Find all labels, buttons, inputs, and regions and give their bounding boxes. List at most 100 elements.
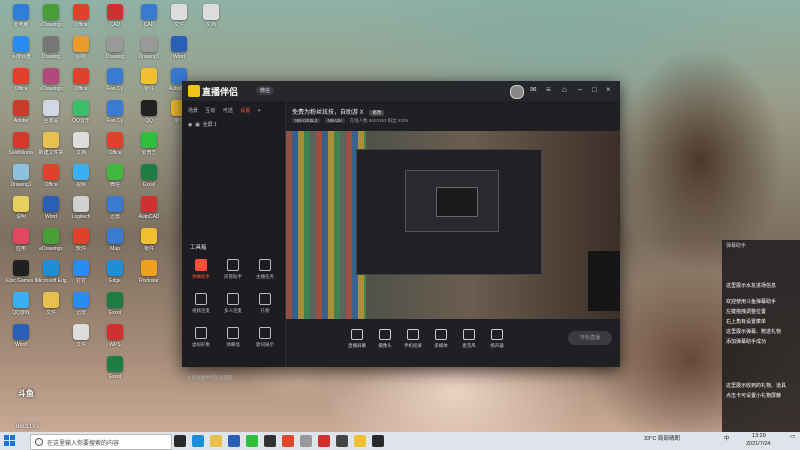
- desktop-icon[interactable]: Word: [6, 324, 36, 358]
- desktop-icon[interactable]: CAD: [134, 4, 164, 38]
- category-chip[interactable]: NBA2K0L2: [292, 118, 321, 123]
- tool-item[interactable]: 歌词展示: [250, 327, 280, 355]
- menu-icon[interactable]: ≡: [546, 85, 551, 94]
- desktop-icon[interactable]: Office: [36, 164, 66, 198]
- source-control-button[interactable]: 扬声器: [484, 329, 510, 349]
- edit-title-button[interactable]: 修改: [369, 110, 385, 116]
- category-chip[interactable]: NBA2K: [324, 118, 346, 123]
- desktop-icon[interactable]: Word: [36, 196, 66, 230]
- desktop-icon[interactable]: AutoCAD: [134, 196, 164, 230]
- desktop-icon[interactable]: 文件: [66, 324, 96, 358]
- taskbar-app-icon[interactable]: [210, 435, 222, 447]
- taskbar-app-icon[interactable]: [300, 435, 312, 447]
- tab-settings[interactable]: 设置: [240, 108, 250, 114]
- taskbar-app-icon[interactable]: [318, 435, 330, 447]
- desktop-icon[interactable]: Fan Cy: [100, 100, 130, 134]
- desktop-icon[interactable]: 文档: [196, 4, 226, 38]
- desktop-icon[interactable]: Fan Cy: [100, 68, 130, 102]
- taskbar-app-icon[interactable]: [228, 435, 240, 447]
- taskbar-app-icon[interactable]: [354, 435, 366, 447]
- taskbar-app-icon[interactable]: [192, 435, 204, 447]
- desktop-icon[interactable]: eDrawings: [36, 68, 66, 102]
- taskbar-app-icon[interactable]: [264, 435, 276, 447]
- desktop-icon[interactable]: Adobe: [6, 100, 36, 134]
- desktop-icon[interactable]: Drawing: [100, 36, 130, 70]
- desktop-icon[interactable]: Word: [164, 36, 194, 70]
- title-bar[interactable]: 直播伴侣 微信 ✉ ≡ ⌂ – □ ×: [182, 81, 620, 101]
- desktop-icon[interactable]: Logitech: [66, 196, 96, 230]
- start-icon[interactable]: [4, 435, 16, 447]
- stream-preview[interactable]: [286, 131, 620, 319]
- minimize-icon[interactable]: –: [578, 85, 582, 94]
- source-control-button[interactable]: 麦克风: [456, 329, 482, 349]
- tool-item[interactable]: 房管助手: [218, 259, 248, 287]
- taskbar-app-icon[interactable]: [246, 435, 258, 447]
- taskbar-app-icon[interactable]: [336, 435, 348, 447]
- live-companion-window[interactable]: 直播伴侣 微信 ✉ ≡ ⌂ – □ × 场景 互动 可选 设置 + ◉ ▣ 全屏…: [182, 81, 620, 380]
- tool-item[interactable]: 多人连麦: [218, 293, 248, 321]
- desktop-icon[interactable]: 文件: [164, 4, 194, 38]
- taskbar-app-icon[interactable]: [372, 435, 384, 447]
- desktop-icon[interactable]: 迅雷: [66, 292, 96, 326]
- avatar[interactable]: [510, 85, 524, 99]
- version-badge[interactable]: 微信: [256, 86, 275, 95]
- weather-text[interactable]: 33°C 局部晴朗: [644, 434, 680, 442]
- eye-icon[interactable]: ◉: [188, 122, 192, 128]
- desktop-icon[interactable]: Office: [66, 68, 96, 102]
- desktop-icon[interactable]: 新建文件夹: [36, 132, 66, 166]
- maximize-icon[interactable]: □: [592, 85, 597, 94]
- danmaku-assistant-overlay[interactable]: 弹幕助手 这里展示水友进场信息 欢迎使用斗鱼弹幕助手 左键拖拽调整位置 右上角有设置菜…: [722, 240, 800, 432]
- desktop-icon[interactable]: WPS: [100, 324, 130, 358]
- desktop-icon[interactable]: Excel: [100, 292, 130, 326]
- desktop-icon[interactable]: QQ游戏: [6, 292, 36, 326]
- tool-item[interactable]: 主播任务: [250, 259, 280, 287]
- go-live-button[interactable]: 开始直播: [568, 331, 612, 345]
- desktop-icon[interactable]: 回收站: [36, 100, 66, 134]
- desktop-icon[interactable]: 文件: [36, 292, 66, 326]
- tool-item[interactable]: 弹幕墙: [218, 327, 248, 355]
- desktop-icon[interactable]: Office: [6, 68, 36, 102]
- desktop-icon[interactable]: Office: [66, 4, 96, 38]
- desktop-icon[interactable]: Excel: [134, 164, 164, 198]
- taskbar-app-icon[interactable]: [174, 435, 186, 447]
- desktop-icon[interactable]: 零件: [134, 68, 164, 102]
- source-control-button[interactable]: 直播屏幕: [344, 329, 370, 349]
- desktop-icon[interactable]: Rockstar: [134, 260, 164, 294]
- desktop-icon[interactable]: 钉钉: [66, 260, 96, 294]
- desktop-icon[interactable]: QQ: [134, 100, 164, 134]
- desktop-icon[interactable]: SolidWorks: [6, 132, 36, 166]
- pin-icon[interactable]: ⌂: [562, 85, 567, 94]
- source-control-button[interactable]: 手机投屏: [400, 329, 426, 349]
- clock-date[interactable]: 2021/7/24: [746, 441, 770, 447]
- desktop-icon[interactable]: 此电脑: [6, 4, 36, 38]
- desktop-icon[interactable]: Microsoft Edge: [36, 260, 66, 294]
- close-icon[interactable]: ×: [606, 85, 611, 94]
- tool-item[interactable]: 虚拟形象: [186, 327, 216, 355]
- tool-item[interactable]: 礼物: [250, 293, 280, 321]
- desktop-icon[interactable]: 软件: [66, 228, 96, 262]
- desktop-icon[interactable]: 零件: [134, 228, 164, 262]
- desktop-icon[interactable]: 微信: [100, 164, 130, 198]
- scene-item[interactable]: ◉ ▣ 全屏 1: [188, 121, 217, 128]
- notification-icon[interactable]: ▭: [790, 434, 795, 440]
- desktop-icon[interactable]: Drawing: [36, 36, 66, 70]
- tab-scene[interactable]: 场景: [188, 108, 198, 114]
- desktop-icon[interactable]: eDrawings: [36, 4, 66, 38]
- tab-interact[interactable]: 互动: [205, 108, 215, 114]
- desktop-icon[interactable]: eDrawings: [36, 228, 66, 262]
- desktop-icon[interactable]: Drawing1: [134, 36, 164, 70]
- desktop-icon[interactable]: Drawing1: [6, 164, 36, 198]
- desktop-icon[interactable]: 迅雷: [100, 196, 130, 230]
- lock-icon[interactable]: ▣: [195, 122, 200, 128]
- desktop-icon[interactable]: Excel: [100, 356, 130, 390]
- source-control-button[interactable]: 摄像头: [372, 329, 398, 349]
- desktop-icon[interactable]: 应用: [6, 228, 36, 262]
- desktop-icon[interactable]: CAD: [100, 4, 130, 38]
- desktop-icon[interactable]: 文档: [66, 132, 96, 166]
- language-indicator[interactable]: 中: [724, 434, 730, 442]
- clock-time[interactable]: 13:29: [752, 433, 766, 439]
- desktop-icon[interactable]: 百度网盘: [6, 36, 36, 70]
- desktop-icon[interactable]: 爱奇艺: [134, 132, 164, 166]
- desktop-icon[interactable]: Edge: [100, 260, 130, 294]
- desktop-icon[interactable]: Office: [100, 132, 130, 166]
